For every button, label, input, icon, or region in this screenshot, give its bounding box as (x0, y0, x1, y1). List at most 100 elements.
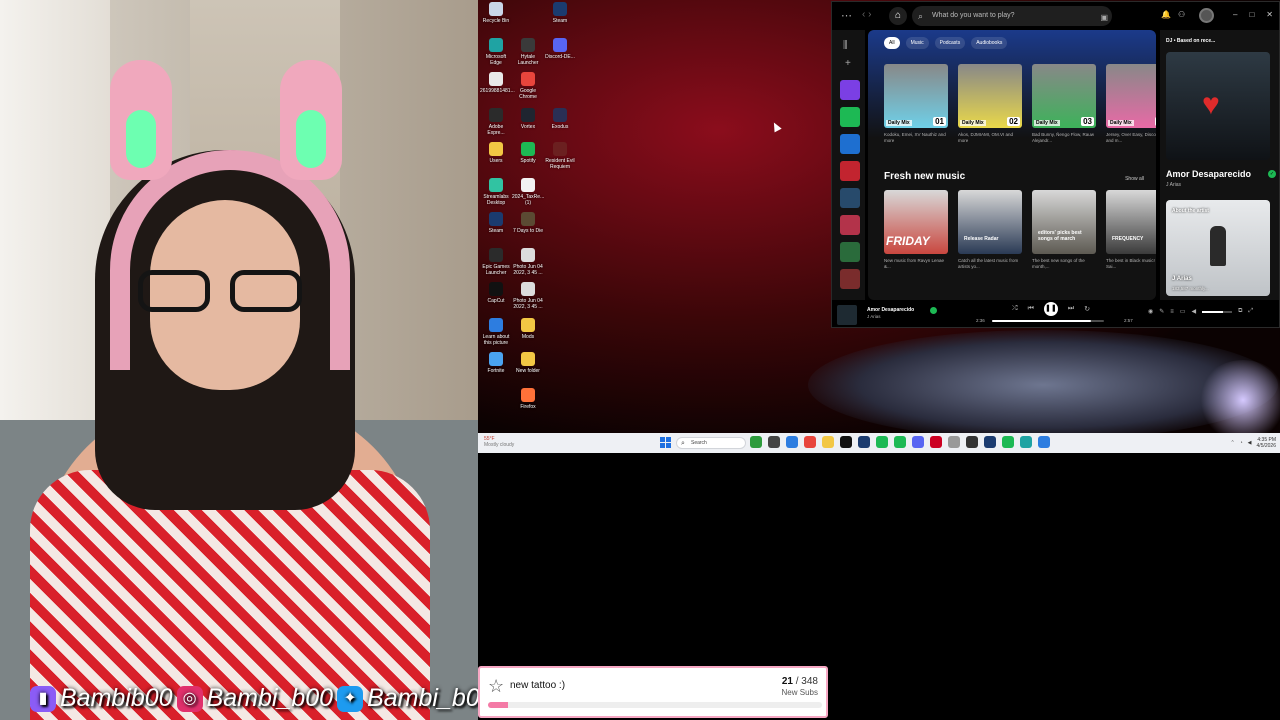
now-playing-view-icon[interactable]: ◉ (1148, 308, 1153, 315)
playlist-card[interactable]: FRIDAY New music from Ravyn Lenae &... (884, 190, 948, 270)
spotify-search-input[interactable]: ⌕ What do you want to play? ▣ (912, 6, 1112, 26)
desktop-icon-folder[interactable]: New folder (512, 352, 544, 374)
volume-slider[interactable] (1202, 310, 1233, 313)
library-item[interactable] (840, 161, 860, 181)
taskbar-app-icon[interactable] (948, 436, 960, 448)
chip-audiobooks[interactable]: Audiobooks (971, 37, 1008, 49)
chip-all[interactable]: All (884, 37, 900, 49)
taskbar-app-icon[interactable] (1020, 436, 1032, 448)
library-item[interactable] (840, 188, 860, 208)
player-title[interactable]: Amor Desaparecido (867, 307, 914, 313)
desktop-icon-streamlabs[interactable]: Streamlabs Desktop (480, 178, 512, 206)
library-item[interactable] (840, 107, 860, 127)
desktop-icon-hytale[interactable]: Hytale Launcher (512, 38, 544, 66)
desktop-icon-edge[interactable]: Microsoft Edge (480, 38, 512, 66)
daily-mix-card[interactable]: Daily Mix 04 Jersey, Over Easy, Disco Line… (1106, 64, 1156, 144)
progress-bar[interactable] (992, 320, 1104, 322)
lyrics-icon[interactable]: ✎ (1159, 308, 1164, 315)
about-artist-card[interactable]: About the artist J Arias 183,587 monthly… (1166, 200, 1270, 296)
taskbar-app-icon[interactable] (876, 436, 888, 448)
taskbar-app-icon[interactable] (966, 436, 978, 448)
desktop-icon-folder[interactable]: Users (480, 142, 512, 164)
taskbar-app-icon[interactable] (912, 436, 924, 448)
taskbar-app-icon[interactable] (840, 436, 852, 448)
desktop-icon-image[interactable]: Photo Jun 04 2022, 3 45 ... (512, 282, 544, 310)
daily-mix-card[interactable]: Daily Mix 01 Kodoku, Emei, XV Nauthiz and … (884, 64, 948, 144)
library-item[interactable] (840, 269, 860, 289)
previous-icon[interactable]: ⏮ (1028, 305, 1034, 313)
close-icon[interactable]: ✕ (1266, 10, 1273, 19)
devices-icon[interactable]: ▭ (1180, 308, 1186, 315)
weather-widget[interactable]: 55°F Mostly cloudy (484, 436, 514, 448)
shuffle-icon[interactable]: ⤮ (1012, 305, 1018, 313)
taskbar-app-icon[interactable] (1038, 436, 1050, 448)
mini-player-icon[interactable]: ⧉ (1238, 308, 1242, 315)
menu-dots-icon[interactable]: ⋯ (841, 9, 852, 22)
taskbar-app-icon[interactable] (894, 436, 906, 448)
player-artist[interactable]: J Arias (867, 314, 881, 319)
bell-icon[interactable]: 🔔 (1161, 10, 1171, 19)
next-icon[interactable]: ⏭ (1068, 305, 1074, 313)
chip-music[interactable]: Music (905, 37, 929, 49)
taskbar-app-icon[interactable] (804, 436, 816, 448)
clock[interactable]: 4:35 PM 4/5/2026 (1257, 437, 1276, 449)
playlist-card[interactable]: FREQUENCY The best in Black music! Cover:… (1106, 190, 1156, 270)
now-playing-title[interactable]: Amor Desaparecido (1166, 169, 1251, 179)
desktop-icon-steam[interactable]: Steam (480, 212, 512, 234)
taskbar-app-icon[interactable] (858, 436, 870, 448)
show-all-link[interactable]: Show all (1125, 176, 1144, 182)
desktop-icon-image[interactable]: Photo Jun 04 2022, 3 45 ... (512, 248, 544, 276)
desktop-icon-discord[interactable]: Discord-DE... (544, 38, 576, 60)
desktop-icon-steam[interactable]: Steam (544, 2, 576, 24)
plus-icon[interactable]: + (845, 58, 851, 69)
chip-podcasts[interactable]: Podcasts (934, 37, 966, 49)
desktop-icon-game[interactable]: Resident Evil Requiem (544, 142, 576, 170)
desktop-icon-folder[interactable]: Mods (512, 318, 544, 340)
desktop-icon-fortnite[interactable]: Fortnite (480, 352, 512, 374)
network-icon[interactable]: ◔ (1240, 440, 1243, 446)
taskbar-app-icon[interactable] (768, 436, 780, 448)
desktop-icon-spotify[interactable]: Spotify (512, 142, 544, 164)
taskbar-app-icon[interactable] (750, 436, 762, 448)
library-item[interactable] (840, 242, 860, 262)
queue-icon[interactable]: ≡ (1170, 309, 1174, 315)
browse-icon[interactable]: ▣ (1100, 8, 1108, 28)
volume-icon[interactable]: ◀ (1191, 308, 1196, 315)
desktop-icon-firefox[interactable]: Firefox (512, 388, 544, 410)
fullscreen-icon[interactable]: ⤢ (1248, 308, 1253, 315)
desktop-icon-file[interactable]: 26199881481... (480, 72, 515, 94)
library-icon[interactable]: ⫼ (843, 40, 848, 51)
taskbar-app-icon[interactable] (984, 436, 996, 448)
volume-icon[interactable]: ◀ (1248, 440, 1252, 446)
library-item[interactable] (840, 215, 860, 235)
desktop-icon-adobe[interactable]: Adobe Expre... (480, 108, 512, 136)
maximize-icon[interactable]: □ (1249, 10, 1254, 19)
start-button[interactable] (660, 437, 671, 448)
desktop-icon-game[interactable]: 7 Days to Die (512, 212, 544, 234)
desktop-icon-epic[interactable]: Epic Games Launcher (480, 248, 512, 276)
taskbar-app-icon[interactable] (786, 436, 798, 448)
chevron-up-icon[interactable]: ⌃ (1230, 440, 1234, 446)
minimize-icon[interactable]: – (1233, 10, 1237, 19)
home-icon[interactable]: ⌂ (889, 7, 907, 25)
desktop-icon-vortex[interactable]: Vortex (512, 108, 544, 130)
now-playing-artist[interactable]: J Arias (1166, 182, 1181, 188)
playlist-card[interactable]: editors' picks best songs of march The be… (1032, 190, 1096, 270)
desktop-icon-capcut[interactable]: CapCut (480, 282, 512, 304)
player-art[interactable] (837, 305, 857, 325)
taskbar-search[interactable]: ⌕ Search (676, 437, 746, 449)
playlist-card[interactable]: Release Radar Catch all the latest music … (958, 190, 1022, 270)
library-item[interactable] (840, 134, 860, 154)
avatar[interactable] (1199, 8, 1214, 23)
friends-icon[interactable]: ⚇ (1178, 10, 1185, 19)
desktop-icon-recycle-bin[interactable]: Recycle Bin (480, 2, 512, 24)
daily-mix-card[interactable]: Daily Mix 03 Bad Bunny, Ñengo Flow, Rauw A… (1032, 64, 1096, 144)
repeat-icon[interactable]: ↻ (1084, 305, 1090, 313)
taskbar-app-icon[interactable] (1002, 436, 1014, 448)
desktop-icon-exodus[interactable]: Exodus (544, 108, 576, 130)
daily-mix-card[interactable]: Daily Mix 02 Akos, DJMIAMI, OM.VI and more (958, 64, 1022, 144)
check-icon[interactable]: ✓ (1268, 170, 1276, 178)
library-item[interactable] (840, 80, 860, 100)
desktop-icon-chrome[interactable]: Google Chrome (512, 72, 544, 100)
nav-arrows[interactable]: ‹ › (862, 9, 871, 20)
